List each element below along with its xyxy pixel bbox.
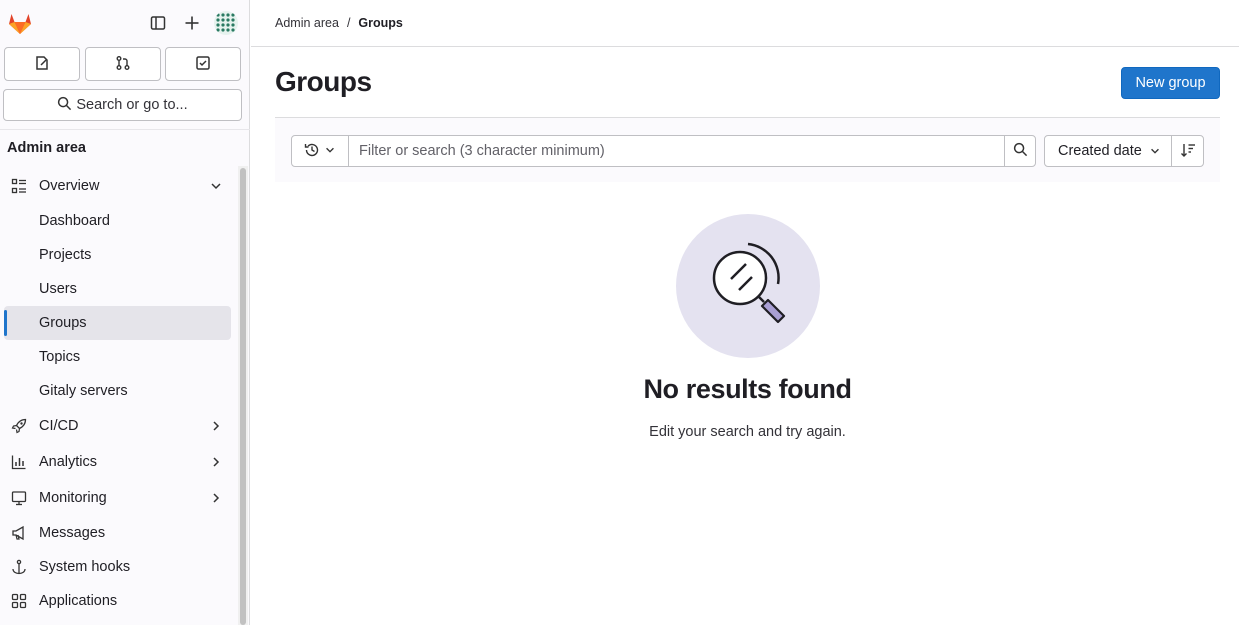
empty-state-title: No results found (643, 374, 852, 404)
sidebar-item-label: Dashboard (39, 213, 110, 229)
search-icon (1013, 142, 1028, 160)
chevron-right-icon (209, 491, 223, 505)
sidebar-item-analytics[interactable]: Analytics (0, 444, 233, 480)
rocket-icon (10, 417, 28, 435)
empty-state-description: Edit your search and try again. (649, 424, 846, 440)
sidebar-top (0, 0, 250, 46)
sidebar-item-users[interactable]: Users (0, 272, 233, 306)
sort-label: Created date (1058, 143, 1142, 159)
sidebar-item-cicd[interactable]: CI/CD (0, 408, 233, 444)
history-icon (304, 142, 320, 161)
merge-requests-button[interactable] (85, 47, 161, 81)
plus-icon[interactable] (181, 12, 203, 34)
search-button-label: Search or go to... (76, 97, 188, 113)
chevron-right-icon (209, 419, 223, 433)
chevron-down-icon (324, 143, 336, 159)
filter-bar: Created date (275, 117, 1220, 182)
anchor-icon (10, 558, 28, 576)
chevron-down-icon (209, 179, 223, 193)
sidebar-item-applications[interactable]: Applications (0, 584, 233, 618)
sidebar-item-label: Monitoring (39, 490, 107, 506)
sidebar-item-label: System hooks (39, 559, 131, 575)
chevron-down-icon (1149, 145, 1161, 161)
sidebar-item-label: Applications (39, 593, 118, 609)
header-divider (251, 46, 1239, 47)
sidebar-item-projects[interactable]: Projects (0, 238, 233, 272)
magnifier-illustration-icon (676, 214, 820, 358)
chart-icon (10, 453, 28, 471)
sidebar-item-label: Gitaly servers (39, 383, 128, 399)
breadcrumb-admin-area[interactable]: Admin area (275, 16, 339, 30)
sidebar-item-label: Overview (39, 178, 100, 194)
sidebar-item-messages[interactable]: Messages (0, 516, 233, 550)
new-group-button[interactable]: New group (1121, 67, 1220, 99)
sidebar-item-topics[interactable]: Topics (0, 340, 233, 374)
sidebar-item-groups[interactable]: Groups (4, 306, 231, 340)
recent-searches-button[interactable] (291, 135, 349, 167)
apps-icon (10, 592, 28, 610)
sidebar-item-dashboard[interactable]: Dashboard (0, 204, 233, 238)
sidebar-item-monitoring[interactable]: Monitoring (0, 480, 233, 516)
sidebar-item-label: Projects (39, 247, 92, 263)
sidebar-item-label: Groups (39, 315, 87, 331)
scrollbar-thumb[interactable] (240, 168, 246, 625)
sidebar-item-system-hooks[interactable]: System hooks (0, 550, 233, 584)
toggle-sidebar-icon[interactable] (147, 12, 169, 34)
sidebar-item-label: Topics (39, 349, 81, 365)
sidebar-scrollbar[interactable] (238, 166, 248, 625)
chevron-right-icon (209, 455, 223, 469)
sort-direction-button[interactable] (1171, 135, 1204, 167)
sidebar: Search or go to... Admin area Overview D… (0, 0, 250, 625)
page-title: Groups (275, 66, 372, 97)
user-avatar[interactable] (214, 11, 238, 35)
monitor-icon (10, 489, 28, 507)
filter-search-input[interactable] (348, 135, 1005, 167)
issues-button[interactable] (4, 47, 80, 81)
gitlab-logo-icon[interactable] (7, 10, 33, 36)
breadcrumb-separator: / (346, 16, 351, 30)
main-content: Admin area / Groups Groups New group Cre… (251, 0, 1239, 625)
todos-button[interactable] (165, 47, 241, 81)
sidebar-item-label: Analytics (39, 454, 98, 470)
sidebar-item-label: CI/CD (39, 418, 79, 434)
sidebar-item-overview[interactable]: Overview (0, 168, 233, 204)
sort-descending-icon (1180, 142, 1196, 161)
search-icon (57, 96, 72, 115)
megaphone-icon (10, 524, 28, 542)
overview-icon (10, 177, 28, 195)
search-button[interactable]: Search or go to... (3, 89, 242, 121)
filter-search-button[interactable] (1004, 135, 1036, 167)
breadcrumb-current[interactable]: Groups (358, 16, 402, 30)
breadcrumb: Admin area / Groups (275, 16, 403, 30)
sidebar-item-gitaly-servers[interactable]: Gitaly servers (0, 374, 233, 408)
section-title: Admin area (7, 140, 86, 156)
sidebar-divider (0, 129, 250, 130)
admin-nav: Overview Dashboard Projects Users Groups… (0, 168, 233, 618)
issues-icon (34, 55, 50, 74)
sort-dropdown[interactable]: Created date (1044, 135, 1172, 167)
sidebar-item-label: Users (39, 281, 77, 297)
todo-check-icon (195, 55, 211, 74)
sidebar-item-label: Messages (39, 525, 106, 541)
merge-request-icon (115, 55, 131, 74)
